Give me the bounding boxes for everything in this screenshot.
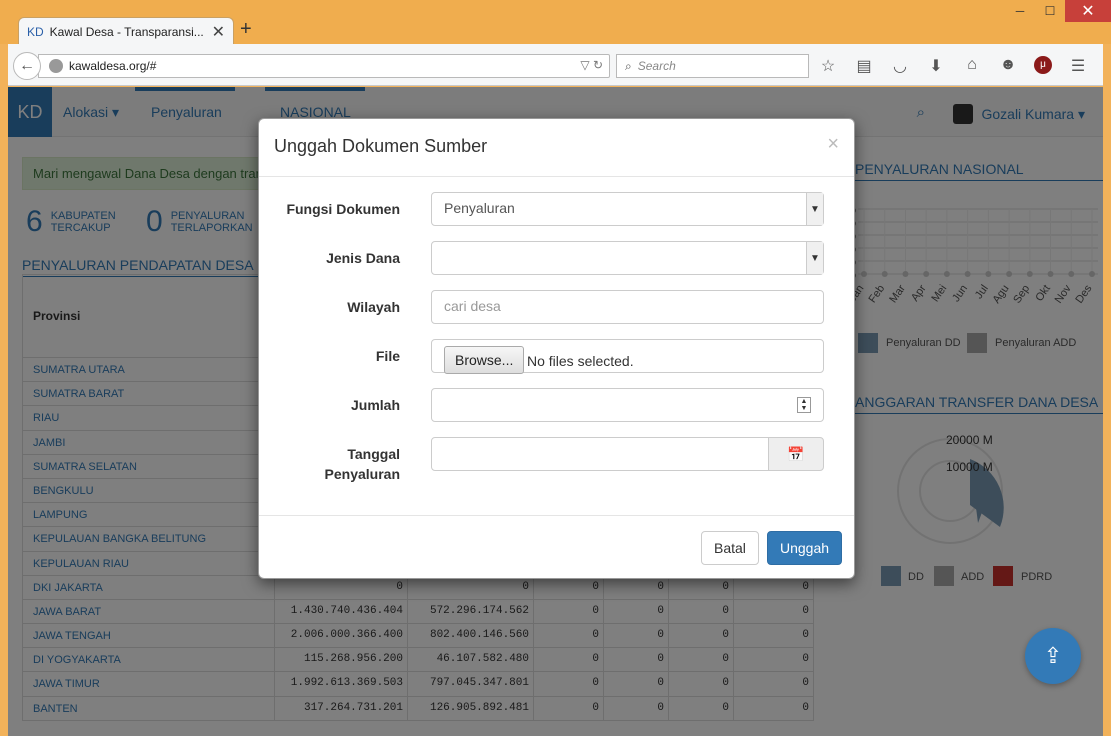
upload-button[interactable]: Unggah bbox=[767, 531, 843, 565]
wilayah-placeholder: cari desa bbox=[444, 298, 501, 314]
browser-window: KD Kawal Desa - Transparansi... ✕ + ─ ☐ … bbox=[0, 0, 1111, 736]
upload-modal: Unggah Dokumen Sumber × Fungsi Dokumen P… bbox=[258, 118, 855, 579]
minimize-icon[interactable]: ─ bbox=[1005, 0, 1035, 22]
url-bar[interactable]: kawaldesa.org/# ▽ ↻ bbox=[38, 54, 610, 78]
tanggal-input-group: 📅 bbox=[431, 437, 824, 471]
wilayah-label: Wilayah bbox=[347, 299, 400, 315]
wilayah-input[interactable]: cari desa bbox=[431, 290, 824, 324]
search-icon: ⌕ bbox=[625, 58, 632, 73]
toolbar-icons: ☆ ▤ ◡ ⬇ ⌂ ☻ μ ☰ bbox=[818, 56, 1088, 76]
file-status: No files selected. bbox=[527, 353, 634, 369]
maximize-icon[interactable]: ☐ bbox=[1035, 0, 1065, 22]
tab-favicon: KD bbox=[27, 24, 44, 39]
tanggal-label: Tanggal Penyaluran bbox=[324, 446, 400, 482]
ublock-icon[interactable]: μ bbox=[1034, 56, 1052, 74]
jenis-label: Jenis Dana bbox=[326, 250, 400, 266]
menu-icon[interactable]: ☰ bbox=[1068, 56, 1088, 76]
pocket-icon[interactable]: ◡ bbox=[890, 56, 910, 76]
chevron-down-icon: ▼ bbox=[806, 193, 823, 225]
tanggal-input[interactable] bbox=[431, 437, 769, 471]
chat-icon[interactable]: ☻ bbox=[998, 56, 1018, 76]
fungsi-value: Penyaluran bbox=[444, 200, 515, 216]
modal-body: Fungsi Dokumen Penyaluran ▼ Jenis Dana ▼… bbox=[259, 177, 854, 515]
browser-toolbar: kawaldesa.org/# ▽ ↻ ← ⌕ Search ☆ ▤ ◡ ⬇ ⌂… bbox=[8, 44, 1103, 86]
back-arrow-icon[interactable]: ← bbox=[13, 52, 41, 80]
search-input[interactable]: ⌕ Search bbox=[616, 54, 809, 78]
jumlah-label: Jumlah bbox=[350, 397, 400, 413]
modal-close-icon[interactable]: × bbox=[827, 133, 839, 156]
browser-tab[interactable]: KD Kawal Desa - Transparansi... ✕ bbox=[18, 17, 234, 45]
reading-list-icon[interactable]: ▤ bbox=[854, 56, 874, 76]
url-text: kawaldesa.org/# bbox=[69, 59, 157, 73]
number-spinner[interactable]: ▲ ▼ bbox=[797, 397, 811, 413]
upload-fab[interactable]: ⇪ bbox=[1025, 628, 1081, 684]
jenis-select[interactable]: ▼ bbox=[431, 241, 824, 275]
file-input: Browse... No files selected. bbox=[431, 339, 824, 374]
cancel-button[interactable]: Batal bbox=[701, 531, 759, 565]
fungsi-label: Fungsi Dokumen bbox=[286, 201, 400, 217]
calendar-button[interactable]: 📅 bbox=[768, 437, 824, 471]
new-tab-icon[interactable]: + bbox=[240, 18, 252, 41]
tab-title: Kawal Desa - Transparansi... bbox=[49, 24, 204, 39]
upload-icon: ⇪ bbox=[1043, 643, 1063, 668]
calendar-icon: 📅 bbox=[787, 445, 805, 462]
search-placeholder: Search bbox=[637, 59, 676, 73]
window-close-icon[interactable]: ✕ bbox=[1065, 0, 1111, 22]
reload-icon[interactable]: ▽ ↻ bbox=[580, 58, 603, 72]
home-icon[interactable]: ⌂ bbox=[962, 56, 982, 76]
window-controls: ─ ☐ ✕ bbox=[1005, 0, 1111, 22]
modal-header: Unggah Dokumen Sumber × bbox=[259, 119, 854, 177]
globe-icon bbox=[49, 59, 63, 73]
fungsi-select[interactable]: Penyaluran ▼ bbox=[431, 192, 824, 226]
jumlah-input[interactable]: ▲ ▼ bbox=[431, 388, 824, 422]
download-icon[interactable]: ⬇ bbox=[926, 56, 946, 76]
browse-button[interactable]: Browse... bbox=[444, 346, 525, 374]
modal-footer: Batal Unggah bbox=[259, 515, 854, 579]
modal-title: Unggah Dokumen Sumber bbox=[274, 136, 488, 156]
bookmark-star-icon[interactable]: ☆ bbox=[818, 56, 838, 76]
tab-close-icon[interactable]: ✕ bbox=[212, 22, 225, 42]
chevron-down-icon: ▼ bbox=[806, 242, 823, 274]
file-label: File bbox=[375, 348, 400, 364]
